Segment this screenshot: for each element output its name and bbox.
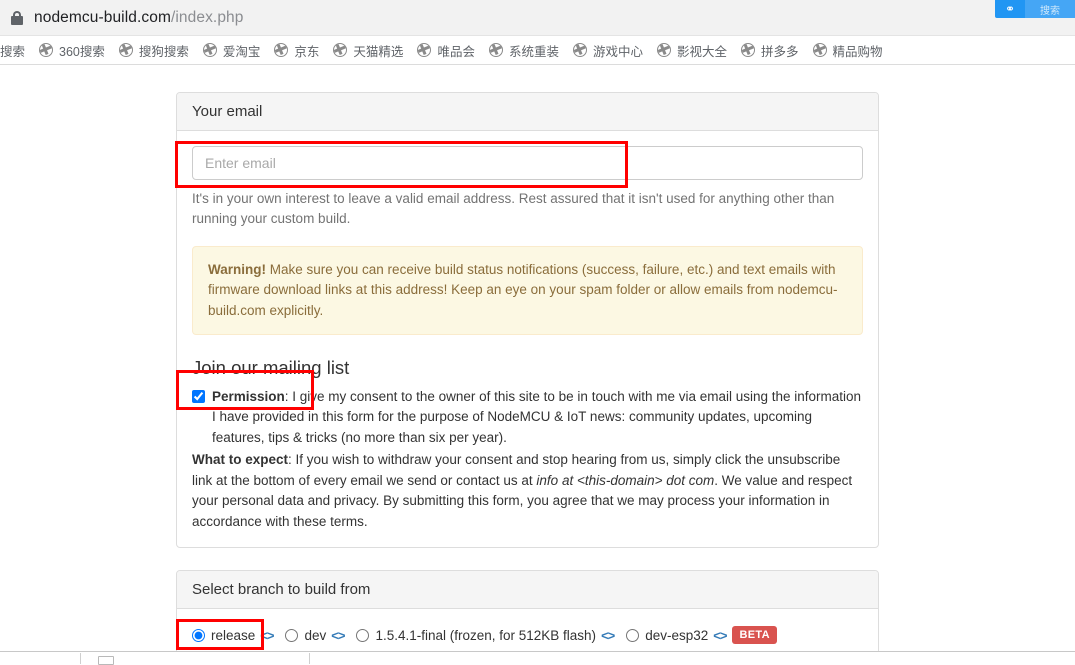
bookmark-label: 游戏中心 <box>592 44 643 59</box>
branch-radio-1541-final[interactable] <box>356 628 370 642</box>
code-icon[interactable]: <> <box>331 628 345 643</box>
bookmark-item[interactable]: 搜索 <box>0 38 32 62</box>
bookmark-item[interactable]: 京东 <box>267 38 326 62</box>
branch-radio-dev-esp32[interactable] <box>626 628 640 642</box>
lock-icon <box>10 10 24 26</box>
code-icon[interactable]: <> <box>713 628 727 643</box>
contact-email-italic: info at <this-domain> dot com <box>536 472 715 488</box>
bookmark-item[interactable]: 天猫精选 <box>326 38 410 62</box>
bookmark-label: 360搜索 <box>59 44 105 59</box>
what-to-expect-label: What to expect <box>192 452 289 468</box>
taskbar-separator-left <box>80 653 81 664</box>
email-help-text: It's in your own interest to leave a val… <box>192 191 835 226</box>
taskbar <box>0 651 1075 664</box>
email-panel: Your email It's in your own interest to … <box>176 92 879 549</box>
bookmark-label: 拼多多 <box>761 44 799 59</box>
bookmark-label: 精品购物 <box>832 44 883 59</box>
globe-icon <box>333 43 348 57</box>
mailing-list-title: Join our mailing list <box>192 356 350 378</box>
bookmark-label: 影视大全 <box>676 44 727 59</box>
globe-icon <box>274 43 289 57</box>
taskbar-separator-right <box>309 653 310 664</box>
email-input[interactable] <box>192 146 863 180</box>
branch-radio-release[interactable] <box>192 628 205 642</box>
baidu-search-widget[interactable]: ⚭ 搜索 <box>995 0 1075 18</box>
branch-option-dev[interactable]: dev <> <box>285 628 345 643</box>
bookmark-item[interactable]: 搜狗搜索 <box>112 38 196 62</box>
bookmark-label: 唯品会 <box>437 44 475 59</box>
bookmarks-bar: 搜索 360搜索 搜狗搜索 爱淘宝 京东 天猫精选 唯品会 系统重装 游戏中心 … <box>0 36 1075 65</box>
globe-icon <box>812 43 827 57</box>
branch-option-dev-esp32[interactable]: dev-esp32 <> BETA <box>626 626 777 644</box>
bookmark-item[interactable]: 拼多多 <box>734 38 806 62</box>
globe-icon <box>39 43 54 57</box>
branch-radio-group: release <> dev <> 1.5.4.1-final (frozen,… <box>192 624 863 644</box>
bookmark-label: 京东 <box>294 44 320 59</box>
address-bar[interactable]: nodemcu-build.com/index.php <box>0 0 1075 36</box>
branch-option-1541-final[interactable]: 1.5.4.1-final (frozen, for 512KB flash) … <box>356 628 615 643</box>
bookmark-item[interactable]: 爱淘宝 <box>196 38 268 62</box>
warning-text: Make sure you can receive build status n… <box>208 262 838 318</box>
branch-label-dev-esp32[interactable]: dev-esp32 <box>645 628 708 643</box>
url-text: nodemcu-build.com/index.php <box>34 9 244 27</box>
globe-icon <box>202 43 217 57</box>
baidu-paw-icon[interactable]: ⚭ <box>995 0 1025 18</box>
branch-label-dev[interactable]: dev <box>304 628 326 643</box>
code-icon[interactable]: <> <box>601 628 615 643</box>
bookmark-label: 爱淘宝 <box>222 44 261 59</box>
globe-icon <box>488 43 503 57</box>
bookmark-label: 系统重装 <box>508 44 559 59</box>
globe-icon <box>656 43 671 57</box>
url-path: /index.php <box>170 9 244 26</box>
permission-row[interactable]: Permission: I give my consent to the own… <box>192 387 863 449</box>
page-content: Your email It's in your own interest to … <box>0 66 1075 664</box>
bookmark-item[interactable]: 360搜索 <box>32 38 112 62</box>
what-to-expect-row: What to expect: If you wish to withdraw … <box>192 450 863 532</box>
globe-icon <box>741 43 755 57</box>
url-domain: nodemcu-build.com <box>34 9 171 26</box>
permission-label: Permission <box>212 388 285 404</box>
email-panel-body: It's in your own interest to leave a val… <box>177 131 878 547</box>
branch-label-release[interactable]: release <box>211 628 255 643</box>
warning-alert: Warning! Make sure you can receive build… <box>192 246 863 335</box>
warning-label: Warning! <box>208 262 266 278</box>
bookmark-item[interactable]: 影视大全 <box>650 38 734 62</box>
branch-radio-dev[interactable] <box>285 628 299 642</box>
permission-checkbox[interactable] <box>192 389 205 403</box>
browser-chrome: nodemcu-build.com/index.php ⚭ 搜索 <box>0 0 1075 36</box>
branch-panel: Select branch to build from release <> d… <box>176 570 879 660</box>
consent-block: Permission: I give my consent to the own… <box>192 387 863 533</box>
globe-icon <box>118 43 133 57</box>
bookmark-item[interactable]: 精品购物 <box>806 38 890 62</box>
permission-text: : I give my consent to the owner of this… <box>212 388 862 445</box>
bookmark-item[interactable]: 系统重装 <box>482 38 566 62</box>
baidu-widget-label[interactable]: 搜索 <box>1025 0 1075 18</box>
code-icon[interactable]: <> <box>260 628 274 643</box>
branch-label-1541-final[interactable]: 1.5.4.1-final (frozen, for 512KB flash) <box>375 628 596 643</box>
email-panel-heading: Your email <box>177 93 878 131</box>
bookmark-label: 搜索 <box>0 44 26 59</box>
globe-icon <box>572 43 587 57</box>
bookmark-label: 天猫精选 <box>353 44 404 59</box>
branch-panel-heading: Select branch to build from <box>177 571 878 609</box>
branch-option-release[interactable]: release <> <box>192 628 274 643</box>
beta-badge: BETA <box>732 626 777 644</box>
bookmark-label: 搜狗搜索 <box>138 44 189 59</box>
globe-icon <box>417 43 432 57</box>
bookmark-item[interactable]: 游戏中心 <box>566 38 650 62</box>
bookmark-item[interactable]: 唯品会 <box>410 38 482 62</box>
